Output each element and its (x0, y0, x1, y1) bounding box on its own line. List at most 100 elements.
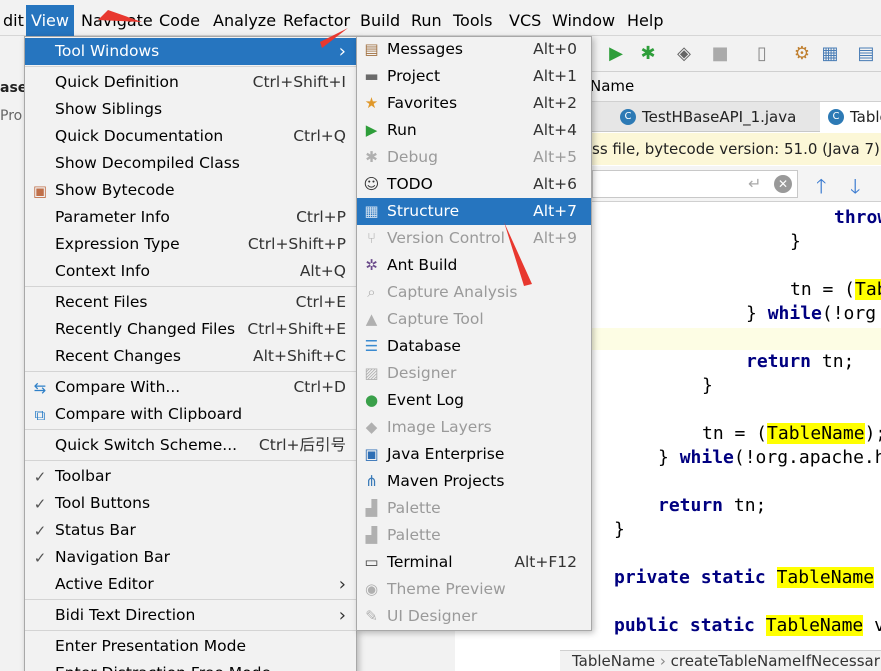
menu-item-expression-type[interactable]: Expression Type Ctrl+Shift+P (25, 231, 356, 258)
sdk-icon[interactable]: ▤ (854, 42, 878, 66)
ui-designer-icon: ✎ (365, 607, 378, 625)
footer-method[interactable]: createTableNameIfNecessar (671, 652, 880, 670)
submenu-item-favorites[interactable]: ★ Favorites Alt+2 (357, 90, 591, 117)
submenu-item-palette-2[interactable]: ▟ Palette (357, 522, 591, 549)
menu-item-quick-documentation[interactable]: Quick Documentation Ctrl+Q (25, 123, 356, 150)
settings-icon[interactable]: ⚙ (790, 42, 814, 66)
check-icon: ✓ (33, 495, 47, 513)
submenu-item-java-enterprise[interactable]: ▣ Java Enterprise (357, 441, 591, 468)
messages-icon: ▤ (364, 40, 379, 58)
footer-class[interactable]: TableName (572, 652, 655, 670)
menu-item-status-bar[interactable]: ✓ Status Bar (25, 517, 356, 544)
project-structure-icon[interactable]: ▦ (818, 42, 842, 66)
submenu-item-theme-preview[interactable]: ◉ Theme Preview (357, 576, 591, 603)
menu-item-toolbar[interactable]: ✓ Toolbar (25, 463, 356, 490)
menu-item-active-editor[interactable]: Active Editor › (25, 571, 356, 598)
menu-item-show-bytecode[interactable]: ▣ Show Bytecode (25, 177, 356, 204)
submenu-item-debug[interactable]: ✱ Debug Alt+5 (357, 144, 591, 171)
file-icon[interactable]: ▯ (750, 42, 774, 66)
submenu-item-terminal[interactable]: ▭ Terminal Alt+F12 (357, 549, 591, 576)
menu-item-tool-buttons[interactable]: ✓ Tool Buttons (25, 490, 356, 517)
menu-item-compare-with[interactable]: ⇆ Compare With... Ctrl+D (25, 374, 356, 401)
menu-item-quick-definition[interactable]: Quick Definition Ctrl+Shift+I (25, 69, 356, 96)
coverage-icon[interactable]: ◈ (672, 42, 696, 66)
code-line: public static TableName v (614, 615, 881, 636)
submenu-item-project[interactable]: ▬ Project Alt+1 (357, 63, 591, 90)
warning-icon: ▲ (365, 310, 378, 328)
designer-icon: ▨ (364, 364, 379, 382)
submenu-item-structure[interactable]: ▦ Structure Alt+7 (357, 198, 591, 225)
submenu-item-messages[interactable]: ▤ Messages Alt+0 (357, 36, 591, 63)
menu-item-compare-clipboard[interactable]: ⧉ Compare with Clipboard (25, 401, 356, 428)
menu-item-show-siblings[interactable]: Show Siblings (25, 96, 356, 123)
submenu-item-todo[interactable]: ☺ TODO Alt+6 (357, 171, 591, 198)
menu-item-recently-changed-files[interactable]: Recently Changed Files Ctrl+Shift+E (25, 316, 356, 343)
menu-vcs[interactable]: VCS (504, 8, 546, 34)
menu-build[interactable]: Build (355, 8, 405, 34)
menu-help[interactable]: Help (622, 8, 668, 34)
menu-item-tool-windows[interactable]: Tool Windows › (25, 38, 356, 65)
arrow-down-icon[interactable]: 🡓 (850, 172, 860, 206)
menu-navigate[interactable]: Navigate (76, 8, 158, 34)
code-line: throw (834, 207, 881, 228)
menu-item-distraction-free-mode[interactable]: Enter Distraction Free Mode (25, 660, 356, 671)
submenu-item-version-control[interactable]: ⑂ Version Control Alt+9 (357, 225, 591, 252)
menu-refactor[interactable]: Refactor (278, 8, 355, 34)
submenu-item-capture-tool[interactable]: ▲ Capture Tool (357, 306, 591, 333)
menu-window[interactable]: Window (547, 8, 620, 34)
menu-item-quick-switch-scheme[interactable]: Quick Switch Scheme... Ctrl+后引号 (25, 432, 356, 459)
submenu-item-palette[interactable]: ▟ Palette (357, 495, 591, 522)
main-toolbar: ▶ ✱ ◈ ■ ▯ ⚙ ▦ ▤ (590, 36, 881, 72)
menu-analyze[interactable]: Analyze (208, 8, 281, 34)
stop-icon[interactable]: ■ (708, 42, 732, 66)
clear-icon[interactable]: ✕ (774, 175, 792, 193)
breadcrumb-footer: TableName › createTableNameIfNecessar (560, 650, 881, 671)
code-line: return tn; (658, 495, 767, 516)
submenu-item-image-layers[interactable]: ◆ Image Layers (357, 414, 591, 441)
menu-item-bidi-text-direction[interactable]: Bidi Text Direction › (25, 602, 356, 629)
menu-item-navigation-bar[interactable]: ✓ Navigation Bar (25, 544, 356, 571)
search-input[interactable] (592, 170, 798, 198)
submenu-item-database[interactable]: ☰ Database (357, 333, 591, 360)
breadcrumb-item[interactable]: Name (590, 77, 634, 95)
menu-item-parameter-info[interactable]: Parameter Info Ctrl+P (25, 204, 356, 231)
java-enterprise-icon: ▣ (364, 445, 379, 463)
tab-table[interactable]: CTable (820, 102, 881, 132)
editor-tabs: CTestHBaseAPI_1.java CTable (590, 102, 881, 132)
menu-item-recent-files[interactable]: Recent Files Ctrl+E (25, 289, 356, 316)
submenu-item-ant-build[interactable]: ✲ Ant Build (357, 252, 591, 279)
arrow-up-icon[interactable]: 🡑 (816, 172, 826, 206)
menu-view[interactable]: View (26, 5, 74, 36)
submenu-item-event-log[interactable]: ● Event Log (357, 387, 591, 414)
check-icon: ✓ (33, 468, 47, 486)
todo-icon: ☺ (363, 175, 380, 193)
menu-run[interactable]: Run (406, 8, 447, 34)
debug-icon[interactable]: ✱ (636, 42, 660, 66)
magnifier-icon: ⌕ (367, 283, 376, 301)
compare-icon: ⇆ (33, 379, 47, 397)
menu-tools[interactable]: Tools (448, 8, 497, 34)
theme-icon: ◉ (364, 580, 379, 598)
code-line: } while(!org.apache.h (658, 447, 881, 468)
submenu-item-ui-designer[interactable]: ✎ UI Designer (357, 603, 591, 630)
menu-edit[interactable]: dit (0, 8, 29, 34)
ant-icon: ✲ (365, 256, 378, 274)
menu-item-recent-changes[interactable]: Recent Changes Alt+Shift+C (25, 343, 356, 370)
submenu-item-maven-projects[interactable]: ⋔ Maven Projects (357, 468, 591, 495)
submenu-item-run[interactable]: ▶ Run Alt+4 (357, 117, 591, 144)
menu-item-presentation-mode[interactable]: Enter Presentation Mode (25, 633, 356, 660)
project-view-label[interactable]: Pro (0, 108, 22, 124)
menu-item-context-info[interactable]: Context Info Alt+Q (25, 258, 356, 285)
code-line: tn = (Tab (790, 279, 881, 300)
palette-icon: ▟ (365, 526, 378, 544)
terminal-icon: ▭ (364, 553, 379, 571)
code-line: tn = (TableName); (702, 423, 881, 444)
menu-bar: dit View Navigate Code Analyze Refactor … (0, 0, 881, 36)
menu-item-show-decompiled-class[interactable]: Show Decompiled Class (25, 150, 356, 177)
compare-clipboard-icon: ⧉ (34, 406, 46, 424)
tab-testhbaseapi[interactable]: C TestHBaseAPI_1.java (612, 102, 820, 132)
submenu-item-designer[interactable]: ▨ Designer (357, 360, 591, 387)
run-icon[interactable]: ▶ (604, 42, 628, 66)
menu-code[interactable]: Code (154, 8, 205, 34)
submenu-item-capture-analysis[interactable]: ⌕ Capture Analysis (357, 279, 591, 306)
